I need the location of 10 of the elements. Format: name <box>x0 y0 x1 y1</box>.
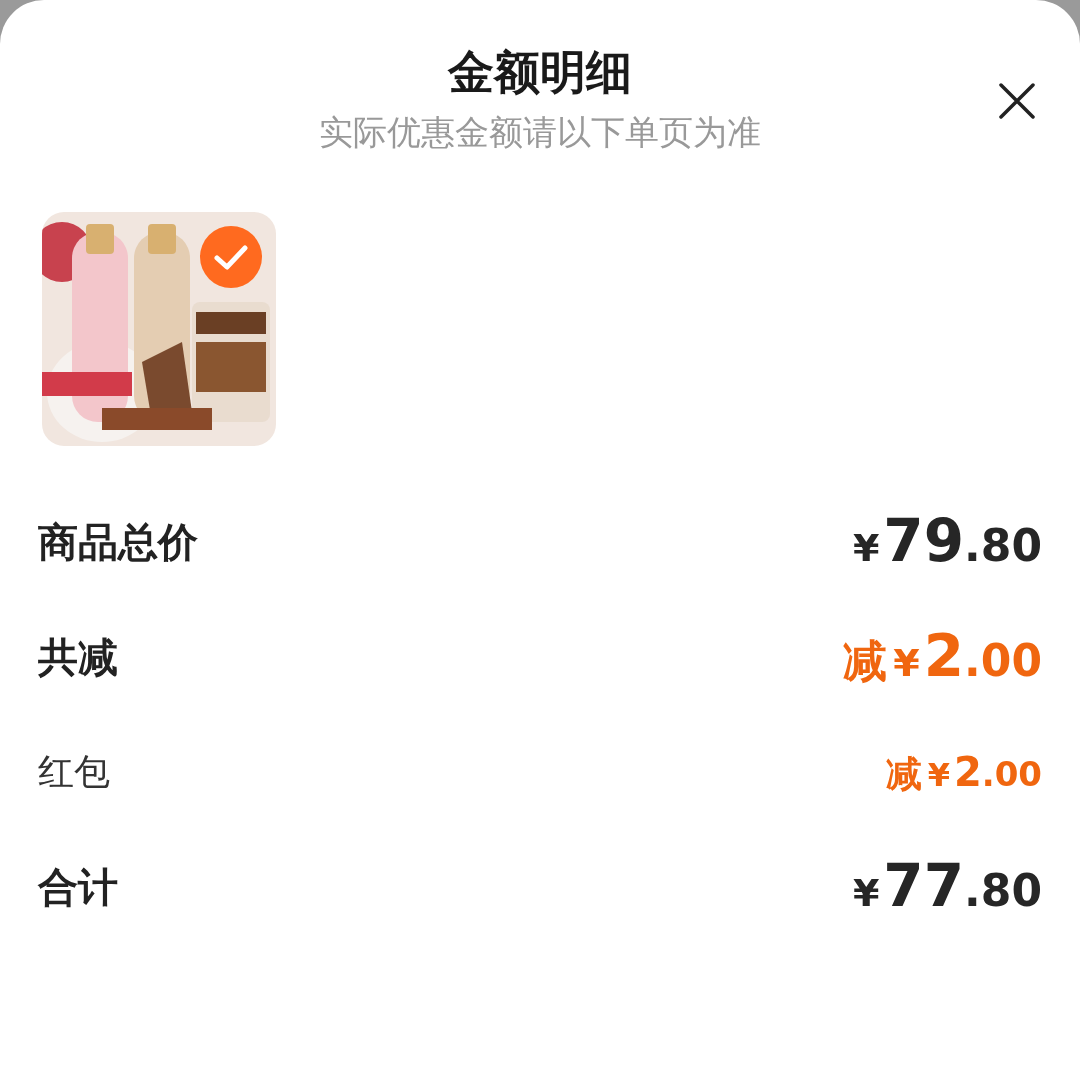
sheet-subtitle: 实际优惠金额请以下单页为准 <box>319 112 761 153</box>
row-label: 合计 <box>38 863 118 911</box>
amount: ¥77.80 <box>852 851 1042 922</box>
sheet-title: 金额明细 <box>448 45 632 100</box>
amount: 减 ¥2.00 <box>885 747 1042 797</box>
amount: ¥79.80 <box>852 506 1042 577</box>
row-label: 红包 <box>38 749 110 794</box>
row-label: 商品总价 <box>38 518 198 566</box>
amount: 减¥2.00 <box>843 621 1042 692</box>
row-label: 共减 <box>38 633 118 681</box>
